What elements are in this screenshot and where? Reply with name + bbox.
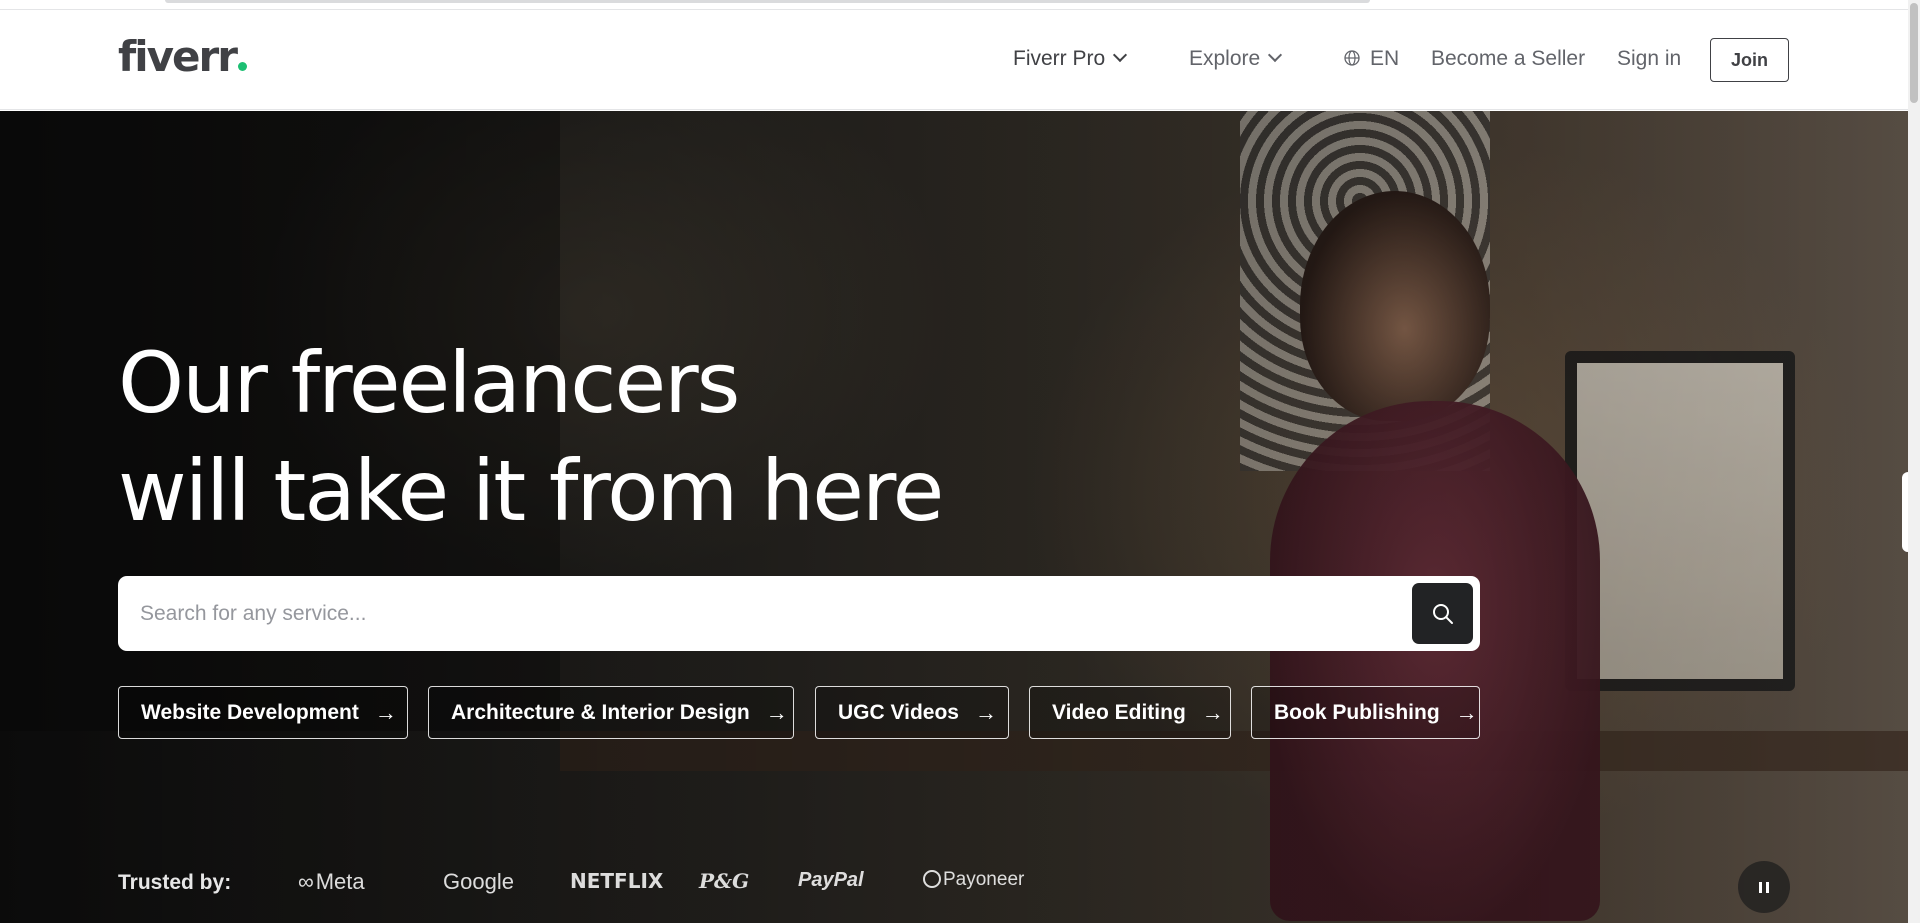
browser-top-strip [0, 0, 1908, 10]
nav-language[interactable]: EN [1344, 46, 1399, 71]
chip-label: Website Development [141, 700, 359, 724]
payoneer-ring-icon [923, 870, 941, 888]
nav-explore-label: Explore [1189, 47, 1261, 70]
search-input[interactable] [138, 576, 1318, 651]
chip-label: Book Publishing [1274, 700, 1440, 724]
chip-label: Video Editing [1052, 700, 1186, 724]
arrow-right-icon: → [974, 699, 997, 725]
site-header: fiverr Fiverr Pro Explore EN Become a Se… [0, 10, 1908, 110]
page-scrollbar[interactable] [1908, 0, 1920, 923]
scrollbar-thumb[interactable] [1910, 3, 1918, 103]
arrow-right-icon: → [374, 699, 397, 725]
chip-video-editing[interactable]: Video Editing → [1029, 686, 1231, 739]
trusted-by-label: Trusted by: [118, 871, 232, 894]
nav-language-label: EN [1370, 47, 1400, 70]
brand-meta-logo: ∞Meta [298, 869, 365, 895]
arrow-right-icon: → [1455, 699, 1478, 725]
brand-payoneer-logo: Payoneer [923, 869, 1024, 891]
hero-headline-line1: Our freelancers [118, 334, 740, 432]
join-button[interactable]: Join [1710, 38, 1789, 82]
arrow-right-icon: → [765, 699, 788, 725]
chip-architecture-interior-design[interactable]: Architecture & Interior Design → [428, 686, 794, 739]
pause-icon [1759, 881, 1762, 893]
globe-icon [1344, 50, 1360, 66]
chip-label: Architecture & Interior Design [451, 700, 750, 724]
chip-book-publishing[interactable]: Book Publishing → [1251, 686, 1480, 739]
nav-fiverr-pro-label: Fiverr Pro [1013, 47, 1106, 70]
brand-meta-text: Meta [315, 869, 365, 894]
search-button[interactable] [1412, 583, 1473, 644]
nav-fiverr-pro[interactable]: Fiverr Pro [1013, 46, 1128, 71]
main-nav: Fiverr Pro Explore EN Become a Seller Si… [0, 10, 1908, 110]
search-bar [118, 576, 1480, 651]
brand-google-logo: Google [443, 869, 514, 894]
arrow-right-icon: → [1201, 699, 1224, 725]
brand-paypal-logo: PayPal [798, 869, 864, 891]
nav-become-seller[interactable]: Become a Seller [1431, 46, 1585, 71]
pause-icon [1766, 881, 1769, 893]
top-strip-bar [165, 0, 1370, 3]
chevron-down-icon [1268, 47, 1283, 63]
video-pause-button[interactable] [1738, 861, 1790, 913]
hero-headline: Our freelancers will take it from here [118, 329, 944, 545]
search-icon [1432, 603, 1453, 624]
brand-pg-logo: P&G [699, 869, 750, 893]
hero-headline-line2: will take it from here [118, 442, 944, 540]
nav-sign-in[interactable]: Sign in [1617, 46, 1681, 71]
brand-netflix-logo: NETFLIX [570, 869, 664, 893]
nav-explore[interactable]: Explore [1189, 46, 1283, 71]
chip-label: UGC Videos [838, 700, 959, 724]
meta-infinity-icon: ∞ [298, 869, 314, 894]
hero-section: Our freelancers will take it from here W… [0, 111, 1908, 923]
chip-website-development[interactable]: Website Development → [118, 686, 408, 739]
brand-payoneer-text: Payoneer [943, 869, 1025, 890]
chevron-down-icon [1113, 47, 1128, 63]
chip-ugc-videos[interactable]: UGC Videos → [815, 686, 1009, 739]
